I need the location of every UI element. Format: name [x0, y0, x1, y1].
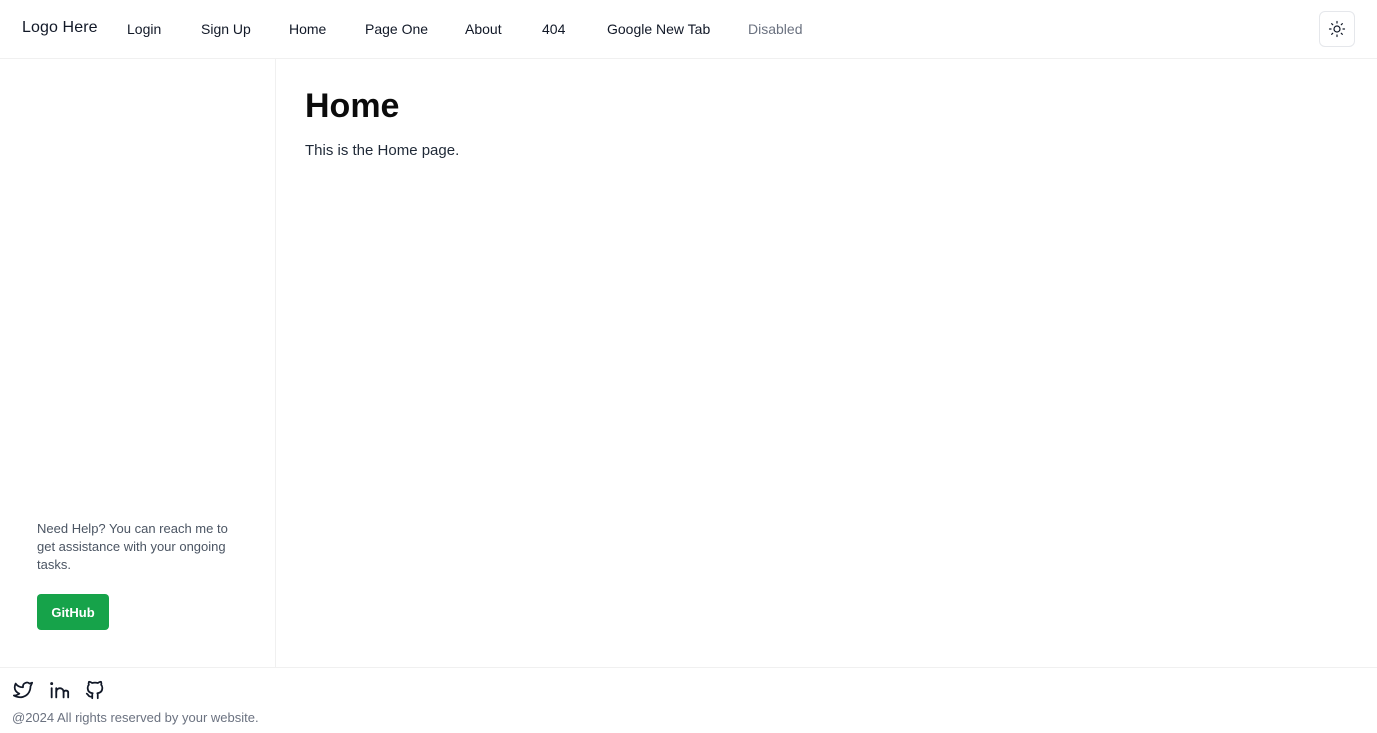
logo[interactable]: Logo Here [22, 19, 98, 37]
twitter-icon[interactable] [12, 679, 34, 701]
nav-404[interactable]: 404 [542, 21, 565, 37]
nav-login[interactable]: Login [127, 21, 161, 37]
theme-toggle-button[interactable] [1319, 11, 1355, 47]
page-description: This is the Home page. [305, 142, 460, 159]
help-text: Need Help? You can reach me to get assis… [37, 521, 228, 572]
app-root: Logo Here Login Sign Up Home Page One Ab… [0, 0, 1377, 733]
nav-google-new-tab[interactable]: Google New Tab [607, 21, 710, 37]
nav-disabled: Disabled [748, 21, 803, 37]
github-button[interactable]: GitHub [37, 594, 109, 630]
sidebar: Need Help? You can reach me to get assis… [0, 59, 276, 667]
main-content: Home This is the Home page. [276, 59, 1377, 667]
copyright-text: @2024 All rights reserved by your websit… [12, 710, 259, 725]
nav-home[interactable]: Home [289, 21, 326, 37]
nav-about[interactable]: About [465, 21, 502, 37]
nav-page-one[interactable]: Page One [365, 21, 428, 37]
top-navbar: Logo Here Login Sign Up Home Page One Ab… [0, 0, 1377, 59]
github-icon[interactable] [84, 679, 106, 701]
linkedin-icon[interactable] [48, 679, 70, 701]
nav-sign-up[interactable]: Sign Up [201, 21, 251, 37]
sun-icon [1328, 20, 1346, 38]
page-title: Home [305, 87, 400, 125]
footer: @2024 All rights reserved by your websit… [0, 667, 1377, 733]
